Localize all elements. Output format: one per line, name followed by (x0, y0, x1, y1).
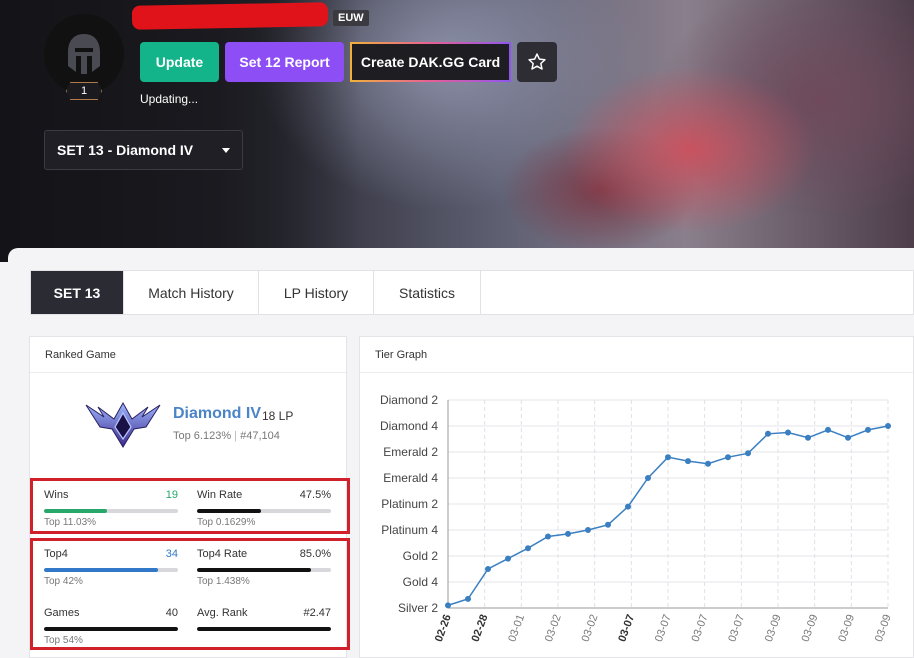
y-tick-label: Emerald 2 (383, 445, 438, 459)
x-tick-label: 03-07 (653, 613, 674, 644)
region-badge: EUW (333, 10, 369, 26)
data-point (465, 595, 471, 602)
data-point (725, 454, 731, 461)
rank-name: Diamond IV (173, 405, 262, 422)
redacted-username (131, 2, 329, 30)
data-point (585, 527, 591, 533)
ranked-card-title: Ranked Game (30, 337, 346, 373)
data-point (505, 555, 511, 562)
data-point (785, 429, 791, 436)
data-point (765, 430, 771, 437)
data-point (805, 434, 811, 441)
separator: | (234, 430, 238, 442)
x-tick-label: 02-26 (433, 613, 454, 644)
update-button[interactable]: Update (140, 42, 219, 82)
set-select-dropdown[interactable]: SET 13 - Diamond IV (44, 130, 243, 170)
y-tick-label: Diamond 4 (380, 419, 438, 433)
rank-lp: 18 LP (262, 409, 294, 423)
x-tick-label: 02-28 (470, 613, 491, 644)
data-point (705, 460, 711, 467)
tab-statistics[interactable]: Statistics (374, 271, 481, 314)
data-point (445, 602, 451, 609)
y-tick-label: Diamond 2 (380, 393, 438, 407)
x-tick-label: 03-01 (506, 613, 527, 644)
data-point (865, 426, 871, 433)
data-point (525, 545, 531, 552)
level-badge: 1 (66, 82, 102, 100)
y-tick-label: Platinum 4 (381, 523, 438, 537)
x-tick-label: 03-07 (690, 613, 711, 644)
tab-match-history[interactable]: Match History (124, 271, 259, 314)
rank-top-pct: Top 6.123% (173, 430, 232, 442)
data-point (605, 521, 611, 528)
tier-graph-card: Tier Graph Diamond 2 Diamond 4 Emerald 2 Em… (359, 336, 914, 658)
data-point (825, 426, 831, 433)
data-point (625, 503, 631, 510)
y-tick-label: Gold 4 (403, 575, 439, 589)
create-card-button[interactable]: Create DAK.GG Card (350, 42, 511, 82)
data-point (645, 475, 651, 481)
x-tick-label: 03-07 (616, 613, 637, 644)
x-tick-label: 03-02 (580, 613, 601, 644)
rank-number: #47,104 (240, 430, 280, 442)
star-icon (528, 53, 546, 70)
data-point (845, 434, 851, 441)
update-status: Updating... (140, 92, 199, 106)
y-tick-label: Platinum 2 (381, 497, 438, 511)
data-point (665, 454, 671, 461)
x-tick-label: 03-09 (800, 613, 821, 644)
x-tick-label: 03-09 (873, 613, 894, 644)
x-tick-label: 03-02 (543, 613, 564, 644)
caret-down-icon (222, 148, 230, 153)
favorite-button[interactable] (517, 42, 557, 82)
data-point (545, 533, 551, 540)
rank-top-info: Top 6.123% | #47,104 (173, 430, 280, 442)
data-point (885, 423, 891, 429)
x-tick-label: 03-07 (726, 613, 747, 644)
diamond-emblem-icon (85, 401, 161, 448)
highlight-box (30, 538, 350, 650)
data-point (485, 566, 491, 572)
y-tick-label: Silver 2 (398, 601, 438, 615)
helmet-icon (68, 34, 100, 74)
data-point (685, 458, 691, 465)
tab-lp-history[interactable]: LP History (259, 271, 374, 314)
highlight-box (30, 478, 350, 534)
tier-graph-title: Tier Graph (360, 337, 913, 373)
data-point (745, 450, 751, 457)
x-tick-label: 03-09 (763, 613, 784, 644)
set-select-label: SET 13 - Diamond IV (57, 142, 194, 158)
y-tick-label: Gold 2 (403, 549, 439, 563)
x-tick-label: 03-09 (836, 613, 857, 644)
data-point (565, 530, 571, 537)
set-report-button[interactable]: Set 12 Report (225, 42, 344, 82)
tier-graph-chart: Diamond 2 Diamond 4 Emerald 2 Emerald 4 Plat… (380, 393, 894, 644)
tab-bar: SET 13 Match History LP History Statisti… (30, 270, 914, 315)
y-tick-label: Emerald 4 (383, 471, 438, 485)
tab-set13[interactable]: SET 13 (31, 271, 124, 314)
